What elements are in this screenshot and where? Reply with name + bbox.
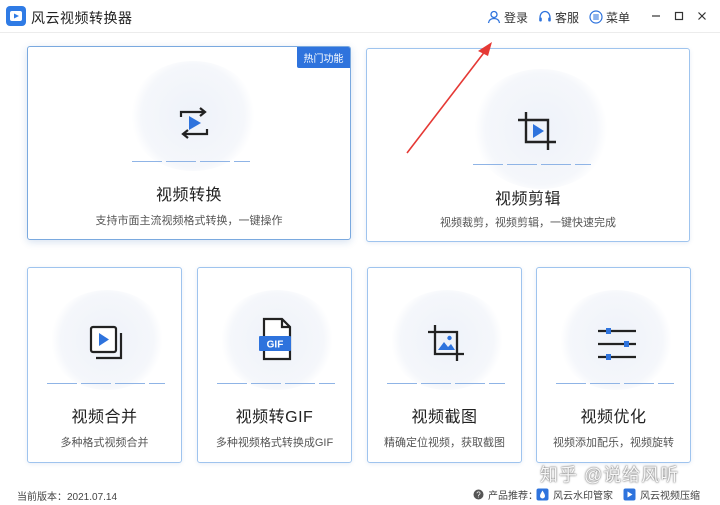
video-merge-card[interactable]: 视频合并 多种格式视频合并	[27, 267, 182, 463]
version-text: 当前版本：2021.07.14	[17, 492, 118, 503]
customer-service-label: 客服	[555, 10, 580, 25]
video-merge-title: 视频合并	[71, 409, 138, 426]
login-label: 登录	[504, 10, 529, 25]
decorative-dash-line	[387, 383, 505, 384]
recommend-label: 产品推荐：	[488, 490, 538, 502]
help-icon: ?	[473, 489, 484, 499]
minimize-button[interactable]	[646, 6, 666, 26]
watermark-manager-app-icon	[536, 488, 549, 500]
close-icon	[698, 12, 706, 20]
menu-icon	[589, 10, 603, 24]
video-screenshot-desc: 精确定位视频，获取截图	[384, 437, 505, 449]
gif-icon-text: GIF	[267, 340, 284, 351]
crop-icon	[518, 112, 556, 150]
maximize-button[interactable]	[669, 6, 689, 26]
menu-label: 菜单	[606, 10, 631, 25]
video-screenshot-title: 视频截图	[411, 409, 478, 426]
svg-text:?: ?	[476, 490, 481, 499]
video-optimize-title: 视频优化	[580, 409, 647, 426]
decorative-dash-line	[132, 161, 250, 162]
app-logo-icon	[6, 6, 26, 26]
video-convert-card[interactable]: 热门功能 视频转换 支持市面主流视频格式转换，一键操作	[27, 46, 351, 240]
watermark-manager-link[interactable]: 风云水印管家	[536, 486, 613, 502]
video-to-gif-title: 视频转GIF	[235, 409, 314, 426]
headset-icon	[539, 10, 551, 22]
video-to-gif-desc: 多种视频格式转换成GIF	[215, 437, 334, 449]
video-compress-link[interactable]: 风云视频压缩	[623, 486, 700, 502]
decorative-dash-line	[47, 383, 165, 384]
video-compress-app-icon	[623, 488, 636, 500]
merge-icon	[89, 325, 123, 360]
equalizer-icon	[598, 328, 636, 360]
watermark-manager-label: 风云水印管家	[553, 490, 613, 502]
video-edit-title: 视频剪辑	[494, 191, 561, 208]
status-footer: 当前版本：2021.07.14 ? 产品推荐： 风云水印管家 风云视频压缩	[0, 482, 720, 505]
screenshot-crop-icon	[428, 325, 464, 361]
title-bar: 风云视频转换器 登录 客服 菜单	[0, 0, 720, 33]
decorative-dash-line	[473, 164, 591, 165]
video-convert-desc: 支持市面主流视频格式转换，一键操作	[95, 215, 283, 227]
minimize-icon	[652, 15, 660, 17]
video-screenshot-card[interactable]: 视频截图 精确定位视频，获取截图	[367, 267, 522, 463]
login-button[interactable]: 登录	[487, 8, 528, 26]
close-button[interactable]	[692, 6, 712, 26]
video-optimize-card[interactable]: 视频优化 视频添加配乐，视频旋转	[536, 267, 691, 463]
video-optimize-desc: 视频添加配乐，视频旋转	[553, 437, 674, 449]
video-edit-desc: 视频裁剪，视频剪辑，一键快速完成	[440, 217, 616, 229]
convert-icon	[179, 107, 209, 139]
video-merge-desc: 多种格式视频合并	[60, 437, 149, 449]
menu-button[interactable]: 菜单	[589, 8, 630, 26]
user-icon	[487, 10, 501, 24]
product-recommend: ? 产品推荐：	[473, 486, 538, 502]
video-to-gif-card[interactable]: GIF 视频转GIF 多种视频格式转换成GIF	[197, 267, 352, 463]
decorative-dash-line	[217, 383, 335, 384]
hot-feature-badge: 热门功能	[297, 47, 350, 68]
decorative-dash-line	[556, 383, 674, 384]
video-edit-card[interactable]: 视频剪辑 视频裁剪，视频剪辑，一键快速完成	[366, 48, 690, 242]
customer-service-button[interactable]: 客服	[538, 8, 579, 26]
gif-file-icon: GIF	[259, 317, 292, 361]
app-title: 风云视频转换器	[31, 10, 133, 26]
video-convert-title: 视频转换	[155, 187, 222, 204]
video-compress-label: 风云视频压缩	[640, 490, 700, 502]
maximize-icon	[674, 11, 684, 21]
